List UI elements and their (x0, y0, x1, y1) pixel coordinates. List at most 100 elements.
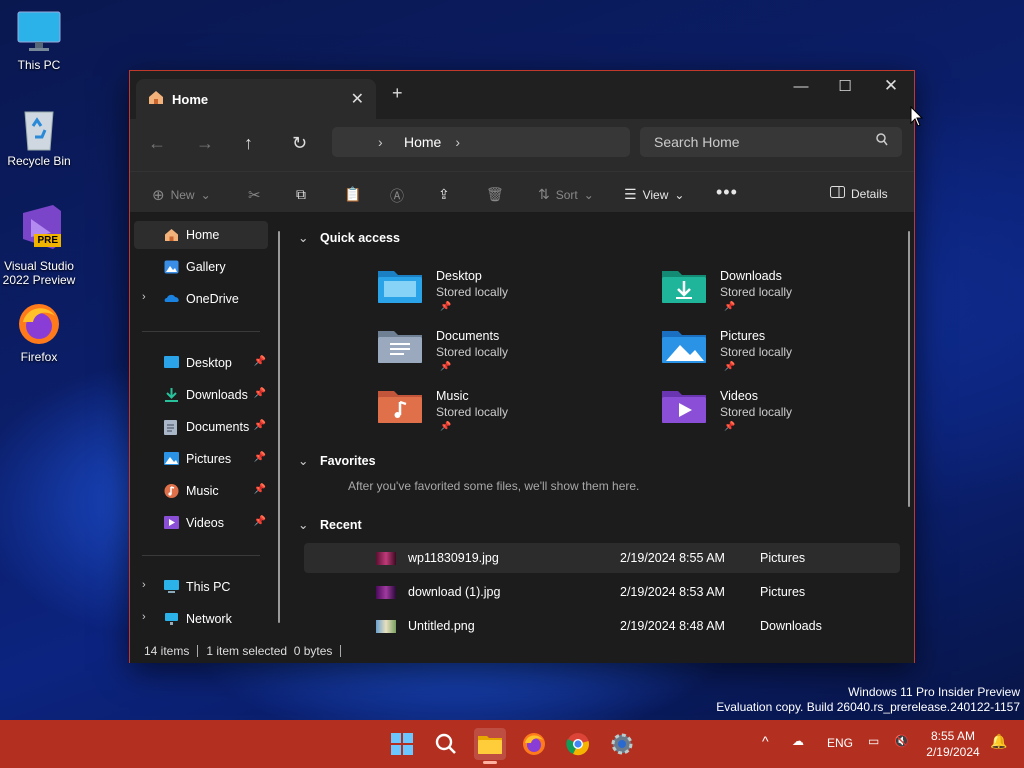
view-list-icon: ☰ (624, 186, 637, 202)
chevron-right-icon[interactable]: › (455, 134, 460, 150)
share-icon[interactable]: ⇪ (438, 186, 450, 203)
details-label: Details (851, 186, 888, 201)
display-icon[interactable]: ▭ (868, 734, 879, 748)
desktop-icon-this-pc[interactable]: This PC (1, 10, 77, 72)
downloads-folder-icon (662, 271, 706, 303)
view-label: View (642, 187, 669, 202)
sidebar-item-network[interactable]: › Network (134, 605, 268, 633)
quick-access-downloads[interactable]: Downloads Stored locally 📌 (662, 267, 912, 327)
minimize-button[interactable]: — (778, 71, 824, 101)
folder-name: Documents (436, 329, 500, 343)
copy-icon[interactable]: ⧉ (296, 186, 306, 203)
sidebar-item-home[interactable]: Home (134, 221, 268, 249)
new-button[interactable]: ⊕ New ⌄ (152, 186, 211, 204)
quick-access-videos[interactable]: Videos Stored locally 📌 (662, 387, 912, 447)
breadcrumb-home[interactable]: Home (404, 134, 441, 150)
file-explorer-window: Home ✕ + — ☐ ✕ ← → ↑ ↻ › Home › Search H… (129, 70, 915, 663)
pin-icon: 📌 (253, 356, 266, 367)
close-window-button[interactable]: ✕ (868, 71, 914, 101)
sidebar-item-videos[interactable]: Videos 📌 (134, 509, 268, 537)
file-location: Pictures (760, 551, 806, 565)
desktop-icon-label: Firefox (20, 350, 58, 364)
file-explorer-taskbar-button[interactable] (474, 728, 506, 764)
pin-icon: 📌 (440, 301, 452, 311)
tab-label: Home (172, 91, 209, 107)
search-button[interactable] (430, 728, 462, 760)
quick-access-desktop[interactable]: Desktop Stored locally 📌 (378, 267, 628, 327)
settings-taskbar-button[interactable] (606, 728, 638, 760)
chrome-taskbar-button[interactable] (562, 728, 594, 760)
tab-home[interactable]: Home ✕ (136, 79, 376, 119)
sidebar-item-documents[interactable]: Documents 📌 (134, 413, 268, 441)
sidebar-item-onedrive[interactable]: › OneDrive (134, 285, 268, 313)
sidebar-item-gallery[interactable]: Gallery (134, 253, 268, 281)
sidebar-item-label: Downloads (186, 388, 248, 402)
notification-bell-icon[interactable]: 🔔 (990, 733, 1007, 750)
sidebar-item-music[interactable]: Music 📌 (134, 477, 268, 505)
chevron-up-icon[interactable]: ^ (762, 733, 769, 749)
quick-access-pictures[interactable]: Pictures Stored locally 📌 (662, 327, 912, 387)
recent-file-row[interactable]: wp11830919.jpg 2/19/2024 8:55 AM Picture… (304, 543, 900, 573)
quick-access-documents[interactable]: Documents Stored locally 📌 (378, 327, 628, 387)
chevron-down-icon[interactable]: ⌄ (298, 517, 308, 532)
recent-header[interactable]: ⌄ Recent (298, 518, 362, 532)
chevron-down-icon[interactable]: ⌄ (298, 230, 308, 245)
file-date: 2/19/2024 8:53 AM (620, 585, 725, 599)
chevron-right-icon[interactable]: › (142, 579, 146, 591)
command-bar: ⊕ New ⌄ ✂ ⧉ 📋 Ⓐ ⇪ 🗑 ⇅ Sort ⌄ ☰ View ⌄ ••… (130, 171, 914, 213)
quick-access-header[interactable]: ⌄ Quick access (298, 231, 400, 245)
recent-file-row[interactable]: Untitled.png 2/19/2024 8:48 AM Downloads (304, 611, 900, 641)
paste-icon[interactable]: 📋 (344, 186, 361, 203)
desktop-icon-firefox[interactable]: Firefox (1, 302, 77, 364)
favorites-header[interactable]: ⌄ Favorites (298, 454, 376, 468)
quick-access-music[interactable]: Music Stored locally 📌 (378, 387, 628, 447)
file-name: wp11830919.jpg (408, 551, 499, 565)
chevron-right-icon[interactable]: › (142, 291, 146, 303)
documents-folder-icon (164, 420, 179, 435)
new-label: New (170, 188, 195, 202)
recent-file-row[interactable]: download (1).jpg 2/19/2024 8:53 AM Pictu… (304, 577, 900, 607)
chevron-down-icon: ⌄ (674, 187, 685, 202)
desktop-icon-visual-studio[interactable]: PRE Visual Studio 2022 Preview (1, 203, 77, 287)
sort-button[interactable]: ⇅ Sort ⌄ (538, 186, 594, 203)
network-offline-icon[interactable]: ☁ (792, 734, 804, 748)
clock[interactable]: 8:55 AM 2/19/2024 (920, 728, 986, 760)
rename-icon[interactable]: Ⓐ (390, 186, 404, 206)
language-indicator[interactable]: ENG (827, 736, 853, 750)
videos-folder-icon (662, 391, 706, 423)
more-options-icon[interactable]: ••• (716, 182, 738, 203)
up-button[interactable]: ↑ (244, 133, 253, 154)
details-button[interactable]: Details (830, 186, 888, 201)
maximize-button[interactable]: ☐ (822, 71, 868, 101)
volume-muted-icon[interactable]: 🔇 (894, 734, 909, 748)
title-bar[interactable]: Home ✕ + — ☐ ✕ (130, 71, 914, 119)
chevron-right-icon[interactable]: › (142, 611, 146, 623)
forward-button[interactable]: → (196, 133, 214, 154)
chevron-down-icon[interactable]: ⌄ (298, 453, 308, 468)
folder-status: Stored locally (436, 345, 509, 359)
pin-icon: 📌 (440, 421, 452, 431)
delete-icon[interactable]: 🗑 (486, 186, 504, 203)
sidebar-item-desktop[interactable]: Desktop 📌 (134, 349, 268, 377)
cut-icon[interactable]: ✂ (248, 186, 261, 204)
refresh-button[interactable]: ↻ (292, 133, 307, 154)
start-button[interactable] (386, 728, 418, 760)
sidebar-item-this-pc[interactable]: › This PC (134, 573, 268, 601)
folder-icon (478, 736, 502, 754)
back-button[interactable]: ← (148, 133, 166, 154)
sidebar-item-downloads[interactable]: Downloads 📌 (134, 381, 268, 409)
address-bar[interactable]: › Home › (332, 127, 630, 157)
content-scrollbar[interactable] (908, 231, 910, 507)
pin-icon: 📌 (724, 301, 736, 311)
sidebar-item-pictures[interactable]: Pictures 📌 (134, 445, 268, 473)
watermark-line: Evaluation copy. Build 26040.rs_prerelea… (716, 700, 1020, 714)
pin-icon: 📌 (253, 516, 266, 527)
clock-date: 2/19/2024 (926, 745, 980, 759)
search-input[interactable]: Search Home (640, 127, 902, 157)
firefox-taskbar-button[interactable] (518, 728, 550, 760)
desktop-icon-recycle-bin[interactable]: Recycle Bin (1, 106, 77, 168)
sidebar-scrollbar[interactable] (278, 231, 280, 623)
new-tab-button[interactable]: + (392, 83, 403, 104)
view-button[interactable]: ☰ View ⌄ (624, 186, 684, 203)
close-tab-icon[interactable]: ✕ (351, 89, 364, 109)
